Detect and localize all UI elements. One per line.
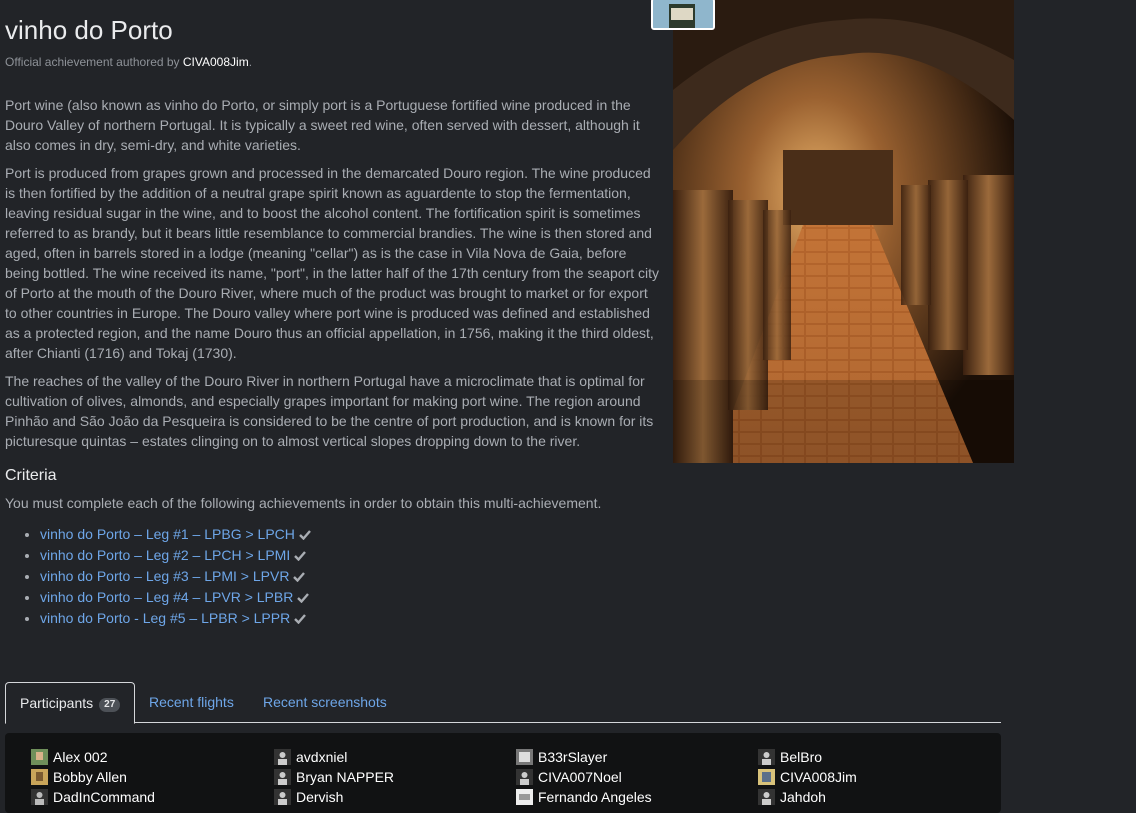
description-paragraph: Port wine (also known as vinho do Porto,…: [5, 97, 640, 153]
tab-participants[interactable]: Participants 27: [5, 682, 136, 724]
author-link[interactable]: CIVA008Jim: [183, 55, 249, 69]
participant-name: Bryan NAPPER: [296, 769, 395, 785]
avatar: [274, 789, 291, 805]
description-paragraph: The reaches of the valley of the Douro R…: [5, 373, 654, 449]
participants-column: B33rSlayer CIVA007Noel Fernando Angeles: [516, 747, 652, 807]
achievement-content: vinho do Porto Official achievement auth…: [5, 0, 660, 629]
check-icon: [294, 546, 307, 566]
check-icon: [294, 609, 307, 629]
description: Port wine (also known as vinho do Porto,…: [5, 95, 660, 451]
participant-row[interactable]: B33rSlayer: [516, 747, 652, 767]
criteria-intro: You must complete each of the following …: [5, 495, 602, 511]
participant-name: Bobby Allen: [53, 769, 127, 785]
participant-name: CIVA008Jim: [780, 769, 857, 785]
participant-row[interactable]: Dervish: [274, 787, 394, 807]
participants-count-badge: 27: [99, 698, 121, 712]
tab-participants-label: Participants: [20, 695, 94, 711]
participant-row[interactable]: Jahdoh: [758, 787, 857, 807]
participants-column: avdxniel Bryan NAPPER Dervish: [274, 747, 394, 807]
participant-name: Dervish: [296, 789, 344, 805]
criteria-item: vinho do Porto – Leg #4 – LPVR > LPBR: [40, 587, 660, 608]
check-icon: [297, 588, 310, 608]
tab-recent-flights[interactable]: Recent flights: [135, 682, 248, 722]
check-icon: [299, 525, 311, 545]
participants-column: Alex 002 Bobby Allen DadInCommand: [31, 747, 155, 807]
participant-row[interactable]: CIVA007Noel: [516, 767, 652, 787]
participant-name: Jahdoh: [780, 789, 826, 805]
wine-cellar-image: [673, 0, 1014, 463]
criteria-item: vinho do Porto - Leg #5 – LPBR > LPPR: [40, 608, 660, 629]
avatar: [274, 769, 291, 785]
description-paragraph: Port is produced from grapes grown and p…: [5, 165, 660, 361]
participant-row[interactable]: CIVA008Jim: [758, 767, 857, 787]
tab-recent-screenshots[interactable]: Recent screenshots: [249, 682, 401, 722]
participant-name: avdxniel: [296, 749, 348, 765]
criteria-list: vinho do Porto – Leg #1 – LPBG > LPCH vi…: [5, 524, 660, 629]
avatar: [758, 789, 775, 805]
avatar: [31, 749, 48, 765]
leg-link[interactable]: vinho do Porto – Leg #3 – LPMI > LPVR: [40, 568, 289, 584]
leg-link[interactable]: vinho do Porto - Leg #5 – LPBR > LPPR: [40, 610, 290, 626]
participants-panel: Alex 002 Bobby Allen DadInCommand avdxni…: [5, 733, 1001, 813]
author-prefix: Official achievement authored by: [5, 55, 180, 69]
leg-link[interactable]: vinho do Porto – Leg #4 – LPVR > LPBR: [40, 589, 293, 605]
participant-name: BelBro: [780, 749, 823, 765]
achievement-logo: [651, 0, 715, 30]
leg-link[interactable]: vinho do Porto – Leg #2 – LPCH > LPMI: [40, 547, 290, 563]
participant-name: CIVA007Noel: [538, 769, 622, 785]
criteria-item: vinho do Porto – Leg #2 – LPCH > LPMI: [40, 545, 660, 566]
participant-row[interactable]: Fernando Angeles: [516, 787, 652, 807]
avatar: [516, 789, 533, 805]
avatar: [516, 749, 533, 765]
author-line: Official achievement authored by CIVA008…: [5, 55, 660, 69]
tab-bar: Participants 27 Recent flights Recent scr…: [5, 682, 1001, 724]
participant-row[interactable]: Bryan NAPPER: [274, 767, 394, 787]
participant-name: Fernando Angeles: [538, 789, 652, 805]
page-title: vinho do Porto: [5, 15, 173, 45]
criteria-item: vinho do Porto – Leg #3 – LPMI > LPVR: [40, 566, 660, 587]
check-icon: [293, 567, 306, 587]
criteria-item: vinho do Porto – Leg #1 – LPBG > LPCH: [40, 524, 660, 545]
avatar: [31, 789, 48, 805]
avatar: [516, 769, 533, 785]
avatar: [758, 769, 775, 785]
participant-name: DadInCommand: [53, 789, 155, 805]
avatar: [274, 749, 291, 765]
participant-name: B33rSlayer: [538, 749, 608, 765]
participant-row[interactable]: Bobby Allen: [31, 767, 155, 787]
author-suffix: .: [248, 55, 253, 69]
participant-row[interactable]: BelBro: [758, 747, 857, 767]
participant-row[interactable]: DadInCommand: [31, 787, 155, 807]
participant-row[interactable]: avdxniel: [274, 747, 394, 767]
avatar: [758, 749, 775, 765]
participants-column: BelBro CIVA008Jim Jahdoh: [758, 747, 857, 807]
leg-link[interactable]: vinho do Porto – Leg #1 – LPBG > LPCH: [40, 526, 295, 542]
participant-row[interactable]: Alex 002: [31, 747, 155, 767]
participant-name: Alex 002: [53, 749, 108, 765]
avatar: [31, 769, 48, 785]
criteria-heading: Criteria: [5, 467, 57, 484]
